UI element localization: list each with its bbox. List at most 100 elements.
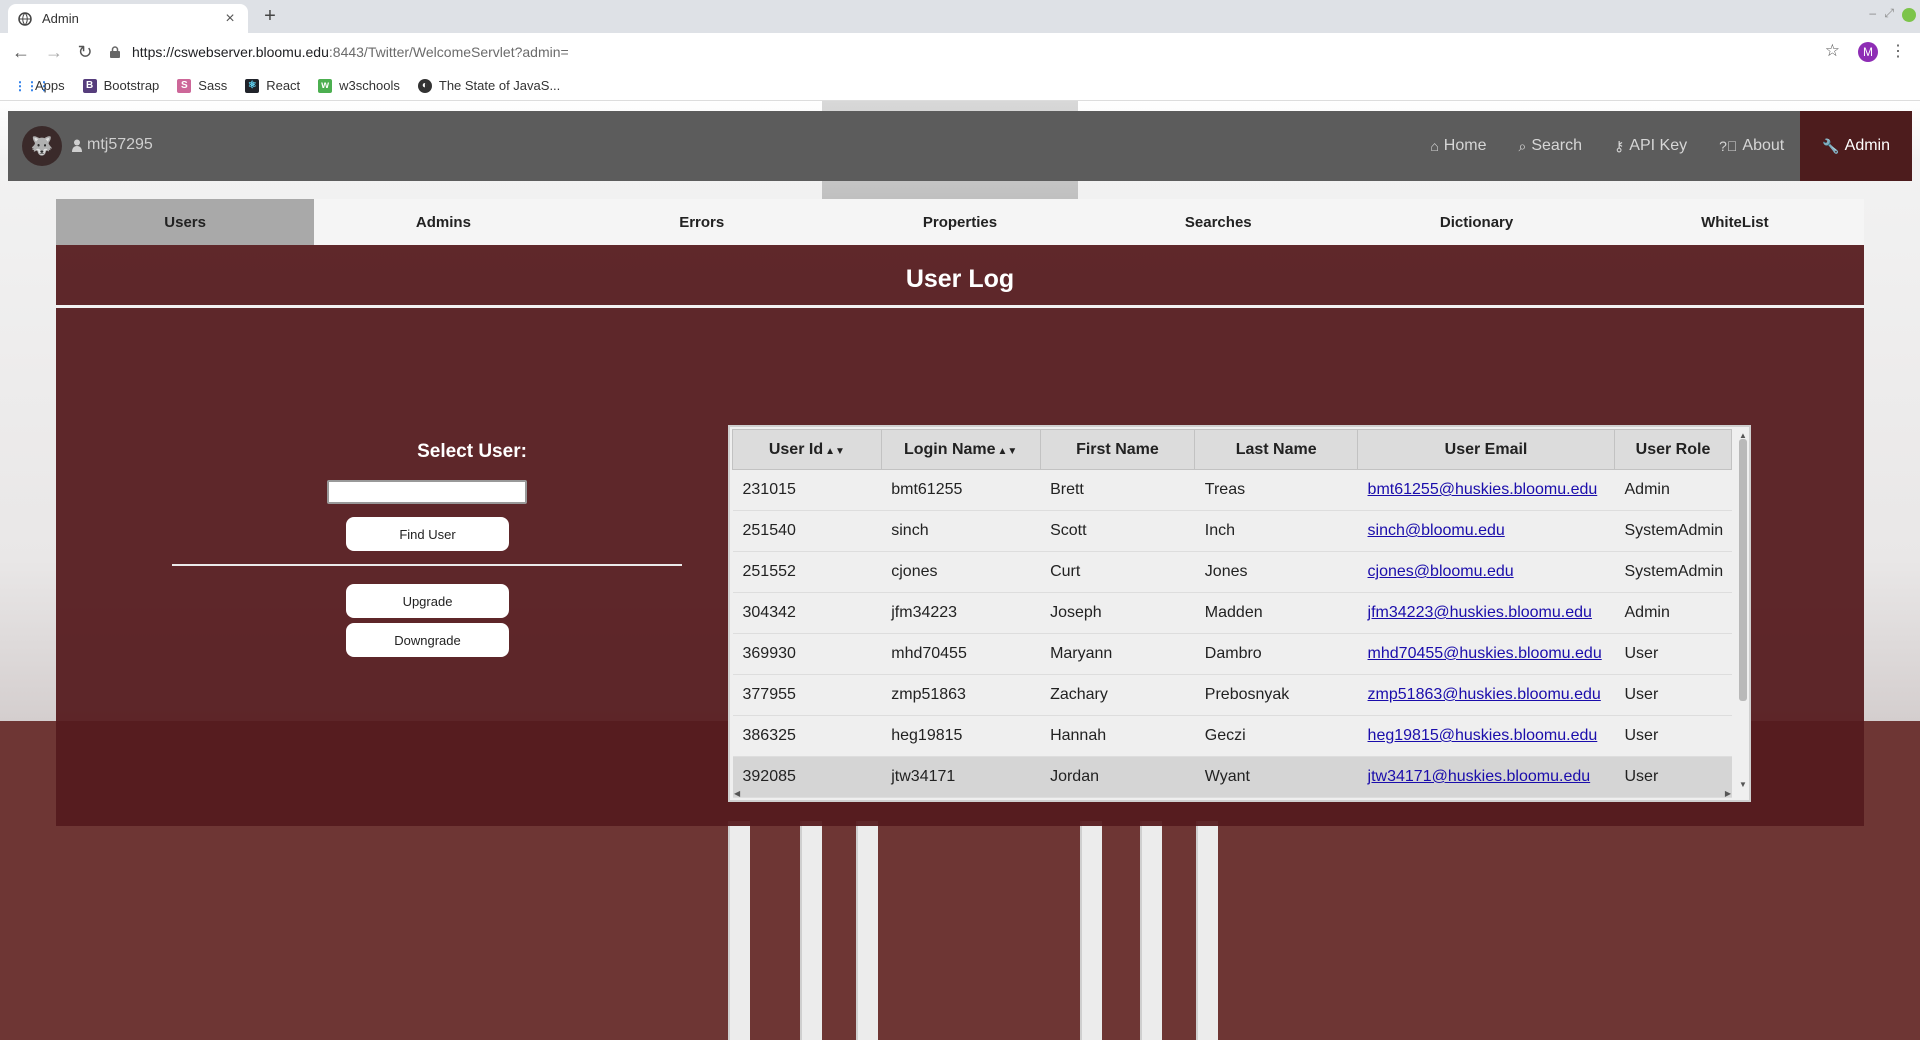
tab-dictionary[interactable]: Dictionary (1347, 199, 1605, 245)
profile-avatar[interactable]: M (1858, 42, 1878, 62)
tab-admins[interactable]: Admins (314, 199, 572, 245)
nav-admin-label: Admin (1844, 137, 1890, 154)
cell-user-id: 251552 (732, 551, 882, 593)
email-link[interactable]: sinch@bloomu.edu (1368, 522, 1505, 539)
email-link[interactable]: mhd70455@huskies.bloomu.edu (1368, 645, 1602, 662)
select-user-label: Select User: (417, 441, 527, 462)
table-row[interactable]: 377955 zmp51863 Zachary Prebosnyak zmp51… (732, 674, 1732, 716)
header-login-name[interactable]: Login Name ▲▼ (880, 429, 1041, 470)
bookmark-apps[interactable]: ⋮⋮⋮ Apps (14, 78, 65, 93)
downgrade-button[interactable]: Downgrade (346, 623, 509, 657)
cell-first-name: Zachary (1040, 674, 1195, 716)
maximize-icon[interactable]: ⤢ (1884, 6, 1894, 21)
back-icon[interactable]: ← (10, 41, 32, 63)
bookmark-star-icon[interactable]: ☆ (1825, 41, 1840, 61)
table-row[interactable]: 251552 cjones Curt Jones cjones@bloomu.e… (732, 551, 1732, 593)
tab-users[interactable]: Users (56, 199, 315, 245)
bookmark-label: Bootstrap (103, 78, 160, 93)
cell-role: User (1614, 674, 1732, 716)
bookmark-bootstrap[interactable]: B Bootstrap (82, 78, 160, 93)
cell-user-id: 231015 (732, 469, 882, 511)
nav-search[interactable]: ⌕ Search (1502, 111, 1598, 181)
cell-email: zmp51863@huskies.bloomu.edu (1357, 674, 1615, 716)
nav-api-key[interactable]: ⚷ API Key (1598, 111, 1703, 181)
cell-user-id: 392085 (732, 756, 882, 798)
scroll-down-icon[interactable]: ▼ (1739, 780, 1747, 789)
reload-icon[interactable]: ↻ (74, 41, 96, 63)
table-row[interactable]: 251540 sinch Scott Inch sinch@bloomu.edu… (732, 510, 1732, 552)
tab-searches[interactable]: Searches (1089, 199, 1347, 245)
admin-subtabs: Users Admins Errors Properties Searches … (56, 199, 1864, 245)
bookmarks-bar: ⋮⋮⋮ Apps B Bootstrap S Sass ⚛ React w w3… (0, 71, 1920, 101)
husky-logo[interactable]: 🐺 (22, 126, 62, 166)
cell-role: User (1614, 756, 1732, 798)
window-close-icon[interactable] (1902, 8, 1916, 22)
email-link[interactable]: jfm34223@huskies.bloomu.edu (1368, 604, 1592, 621)
header-user-role[interactable]: User Role (1614, 429, 1732, 470)
bookmark-w3schools[interactable]: w w3schools (318, 78, 400, 93)
tab-errors[interactable]: Errors (573, 199, 831, 245)
bookmark-sass[interactable]: S Sass (177, 78, 227, 93)
header-user-email[interactable]: User Email (1357, 429, 1615, 470)
scroll-right-icon[interactable]: ▶ (1725, 789, 1731, 798)
nav-about[interactable]: ?⃝ About (1703, 111, 1800, 181)
table-row[interactable]: 304342 jfm34223 Joseph Madden jfm34223@h… (732, 592, 1732, 634)
forward-icon[interactable]: → (43, 41, 65, 63)
home-icon: ⌂ (1430, 138, 1439, 154)
nav-home[interactable]: ⌂ Home (1414, 111, 1502, 181)
w3schools-icon: w (318, 78, 333, 93)
cell-email: heg19815@huskies.bloomu.edu (1357, 715, 1615, 757)
tab-title: Admin (42, 11, 79, 26)
browser-tab[interactable]: Admin × (8, 4, 248, 33)
user-search-input[interactable] (327, 480, 527, 504)
email-link[interactable]: bmt61255@huskies.bloomu.edu (1368, 481, 1598, 498)
close-tab-icon[interactable]: × (222, 10, 238, 28)
nav-home-label: Home (1443, 137, 1487, 154)
cell-login-name: cjones (881, 551, 1041, 593)
browser-toolbar: ← → ↻ https://cswebserver.bloomu.edu:844… (0, 33, 1920, 71)
page-content: 🐺 mtj57295 ⌂ Home ⌕ Search ⚷ API Key ?⃝ … (0, 101, 1920, 1040)
minimize-icon[interactable]: – (1869, 6, 1876, 20)
tab-whitelist[interactable]: WhiteList (1606, 199, 1864, 245)
cell-role: User (1614, 633, 1732, 675)
cell-user-id: 369930 (732, 633, 882, 675)
cell-email: sinch@bloomu.edu (1357, 510, 1615, 552)
scrollbar-thumb[interactable] (1739, 439, 1747, 701)
header-label: User Id (768, 440, 824, 458)
upgrade-button[interactable]: Upgrade (346, 584, 509, 618)
email-link[interactable]: zmp51863@huskies.bloomu.edu (1368, 686, 1601, 703)
cell-role: Admin (1614, 592, 1732, 634)
address-bar[interactable]: https://cswebserver.bloomu.edu:8443/Twit… (110, 38, 1810, 66)
bookmark-label: The State of JavaS... (438, 78, 561, 93)
menu-kebab-icon[interactable]: ⋮ (1890, 41, 1906, 61)
background-column (800, 821, 822, 1040)
header-user-id[interactable]: User Id ▲▼ (732, 429, 882, 470)
cell-last-name: Madden (1194, 592, 1358, 634)
email-link[interactable]: cjones@bloomu.edu (1368, 563, 1514, 580)
sort-icon: ▲▼ (997, 445, 1018, 457)
scroll-left-icon[interactable]: ◀ (734, 789, 740, 798)
nav-admin[interactable]: 🔧 Admin (1800, 111, 1912, 181)
cell-login-name: mhd70455 (881, 633, 1041, 675)
lock-icon (110, 46, 120, 58)
header-last-name[interactable]: Last Name (1194, 429, 1359, 470)
admin-panel: Users Admins Errors Properties Searches … (56, 199, 1864, 826)
bookmark-state-of-js[interactable]: ◐ The State of JavaS... (417, 78, 561, 93)
cell-user-id: 251540 (732, 510, 882, 552)
new-tab-button[interactable]: + (258, 4, 282, 28)
table-vertical-scrollbar[interactable]: ▲ ▼ (1737, 431, 1747, 789)
cell-email: jtw34171@huskies.bloomu.edu (1357, 756, 1615, 798)
bookmark-label: Sass (198, 78, 228, 93)
table-row[interactable]: 386325 heg19815 Hannah Geczi heg19815@hu… (732, 715, 1732, 757)
title-divider (56, 305, 1864, 308)
cell-email: cjones@bloomu.edu (1357, 551, 1615, 593)
header-first-name[interactable]: First Name (1039, 429, 1196, 470)
email-link[interactable]: heg19815@huskies.bloomu.edu (1368, 727, 1598, 744)
find-user-button[interactable]: Find User (346, 517, 509, 551)
email-link[interactable]: jtw34171@huskies.bloomu.edu (1368, 768, 1591, 785)
table-row-selected[interactable]: 392085 jtw34171 Jordan Wyant jtw34171@hu… (732, 756, 1732, 798)
tab-properties[interactable]: Properties (831, 199, 1089, 245)
bookmark-react[interactable]: ⚛ React (245, 78, 300, 93)
table-row[interactable]: 231015 bmt61255 Brett Treas bmt61255@hus… (732, 469, 1732, 511)
table-row[interactable]: 369930 mhd70455 Maryann Dambro mhd70455@… (732, 633, 1732, 675)
